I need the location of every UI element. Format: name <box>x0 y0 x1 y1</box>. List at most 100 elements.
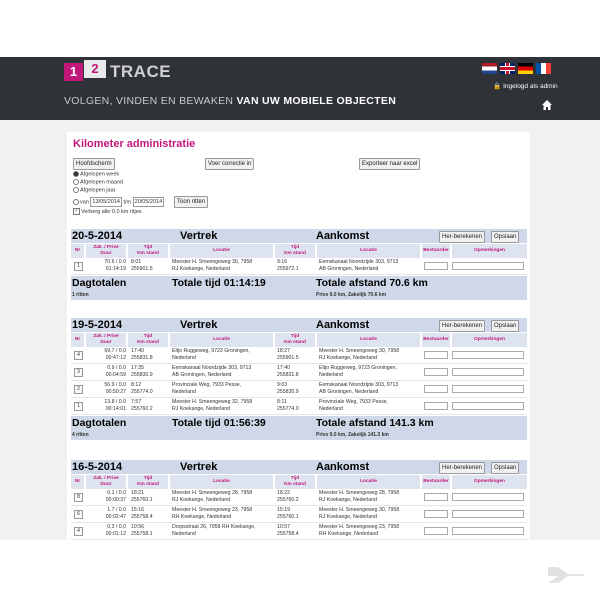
recalculate-button[interactable]: Her-berekenen <box>439 231 486 243</box>
recalculate-button[interactable]: Her-berekenen <box>439 320 486 332</box>
radio-month[interactable]: Afgelopen maand <box>73 179 123 185</box>
row-vt-km: 255774.0 <box>131 389 153 395</box>
row-vt-loc2: RJ Koekange, Nederland <box>172 266 230 272</box>
row-km[interactable]: 56.9 / 0.0 <box>86 382 126 388</box>
row-nr[interactable]: 4 <box>74 527 83 536</box>
driver-input[interactable] <box>424 351 448 359</box>
row-at-time: 10:57 <box>277 524 290 530</box>
row-at-loc2: AB Groningen, Nederland <box>319 266 379 272</box>
col-km-label: Km stand <box>284 251 306 256</box>
row-km[interactable]: 13.8 / 0.0 <box>86 399 126 405</box>
row-vt-loc1: Eltjo Ruggeweg, 9723 Groningen, <box>172 348 250 354</box>
date-to-input[interactable]: 20/05/2014 <box>132 197 165 207</box>
driver-input[interactable] <box>424 368 448 376</box>
save-button[interactable]: Opslaan <box>491 231 520 243</box>
row-vt-time: 8:12 <box>131 382 142 388</box>
table-row: 6 1.7 / 0.0 00:02:47 15:16 255758.4 Mees… <box>71 506 527 523</box>
driver-input[interactable] <box>424 527 448 535</box>
row-km[interactable]: 70.6 / 0.0 <box>86 259 126 265</box>
row-nr[interactable]: 1 <box>74 402 83 411</box>
row-duration: 01:14:19 <box>105 266 126 272</box>
row-km[interactable]: 0.9 / 0.0 <box>86 365 126 371</box>
remarks-input[interactable] <box>452 527 524 535</box>
row-nr[interactable]: 8 <box>74 493 83 502</box>
row-at-loc2: RH Koekange, Nederland <box>319 531 379 537</box>
date-from-input[interactable]: 13/05/2014 <box>90 197 122 207</box>
total-distance: Totale afstand 141.3 km <box>316 417 434 429</box>
driver-input[interactable] <box>424 262 448 270</box>
remarks-input[interactable] <box>452 262 524 270</box>
row-vt-km: 255831.8 <box>131 355 153 361</box>
checkbox-icon[interactable]: ✓ <box>73 208 80 215</box>
save-button[interactable]: Opslaan <box>491 462 520 474</box>
row-nr[interactable]: 4 <box>74 351 83 360</box>
uk-flag-icon[interactable] <box>500 63 515 74</box>
row-at-loc2: Nederland <box>319 406 343 412</box>
row-km[interactable]: 0.1 / 0.0 <box>86 490 126 496</box>
home-icon[interactable] <box>541 99 553 111</box>
de-flag-icon[interactable] <box>518 63 533 74</box>
row-at-km: 255774.0 <box>277 406 299 412</box>
row-vt-time: 15:16 <box>131 507 144 513</box>
remarks-input[interactable] <box>452 351 524 359</box>
lock-icon: 🔒 <box>493 83 502 90</box>
correction-button[interactable]: Voer correctie in <box>205 158 255 170</box>
row-km[interactable]: 69.7 / 0.0 <box>86 348 126 354</box>
row-at-time: 18:22 <box>277 490 290 496</box>
col-vt-tijd: Tijd Km stand <box>128 333 168 347</box>
row-vt-km: 255758.1 <box>131 531 153 537</box>
recalculate-button[interactable]: Her-berekenen <box>439 462 486 474</box>
hoofdscherm-button[interactable]: Hoofdscherm <box>73 158 115 170</box>
save-button[interactable]: Opslaan <box>491 320 520 332</box>
col-km-label: Km stand <box>284 482 306 487</box>
vertrek-heading: Vertrek <box>180 230 218 242</box>
row-vt-time: 18:21 <box>131 490 144 496</box>
remarks-input[interactable] <box>452 510 524 518</box>
col-duur-label: Duur <box>100 482 112 487</box>
hide-zero-checkbox[interactable]: ✓ Verberg alle 0.0 km ritjes <box>73 208 142 215</box>
driver-input[interactable] <box>424 493 448 501</box>
col-nr: Nr <box>71 475 84 489</box>
row-km[interactable]: 1.7 / 0.0 <box>86 507 126 513</box>
row-nr[interactable]: 1 <box>74 262 83 271</box>
export-excel-button[interactable]: Exporteer naar excel <box>359 158 421 170</box>
total-distance: Totale afstand 70.6 km <box>316 277 428 289</box>
row-vt-time: 8:01 <box>131 259 142 265</box>
col-vt-tijd: Tijd Km stand <box>128 244 168 258</box>
radio-range[interactable]: van 13/05/2014 t/m 20/05/2014 <box>73 197 165 207</box>
driver-input[interactable] <box>424 402 448 410</box>
radio-dot[interactable] <box>73 171 79 177</box>
brand-watermark-icon <box>548 567 584 583</box>
radio-week[interactable]: Afgelopen week <box>73 171 119 177</box>
remarks-input[interactable] <box>452 493 524 501</box>
table-row: 1 70.6 / 0.0 01:14:19 8:01 255901.5 Mees… <box>71 258 527 275</box>
radio-dot[interactable] <box>73 199 79 205</box>
row-nr[interactable]: 6 <box>74 510 83 519</box>
remarks-input[interactable] <box>452 385 524 393</box>
col-zak-prive: Zak. / Prive Duur <box>86 333 126 347</box>
row-at-time: 8:11 <box>277 399 287 405</box>
row-at-km: 255972.1 <box>277 266 299 272</box>
row-nr[interactable]: 3 <box>74 368 83 377</box>
day-date: 20-5-2014 <box>72 230 123 242</box>
driver-input[interactable] <box>424 510 448 518</box>
row-nr[interactable]: 2 <box>74 385 83 394</box>
logo[interactable]: 1 2 TRACE <box>64 60 194 82</box>
nl-flag-icon[interactable] <box>482 63 497 74</box>
row-vt-time: 17:35 <box>131 365 144 371</box>
day-section: 20-5-2014 Vertrek Aankomst Her-berekenen… <box>71 229 527 300</box>
trip-count: 4 ritten <box>72 432 89 438</box>
fr-flag-icon[interactable] <box>536 63 551 74</box>
remarks-input[interactable] <box>452 368 524 376</box>
radio-year[interactable]: Afgelopen jaar <box>73 187 115 193</box>
col-vt-locatie: Locatie <box>170 244 273 258</box>
radio-dot[interactable] <box>73 187 79 193</box>
row-km[interactable]: 0.3 / 0.0 <box>86 524 126 530</box>
row-at-loc1: Eltjo Ruggeweg, 9723 Groningen, <box>319 365 397 371</box>
driver-input[interactable] <box>424 385 448 393</box>
col-vt-locatie: Locatie <box>170 475 273 489</box>
remarks-input[interactable] <box>452 402 524 410</box>
radio-dot[interactable] <box>73 179 79 185</box>
show-trips-button[interactable]: Toon ritten <box>174 196 209 208</box>
row-vt-km: 255830.9 <box>131 372 153 378</box>
